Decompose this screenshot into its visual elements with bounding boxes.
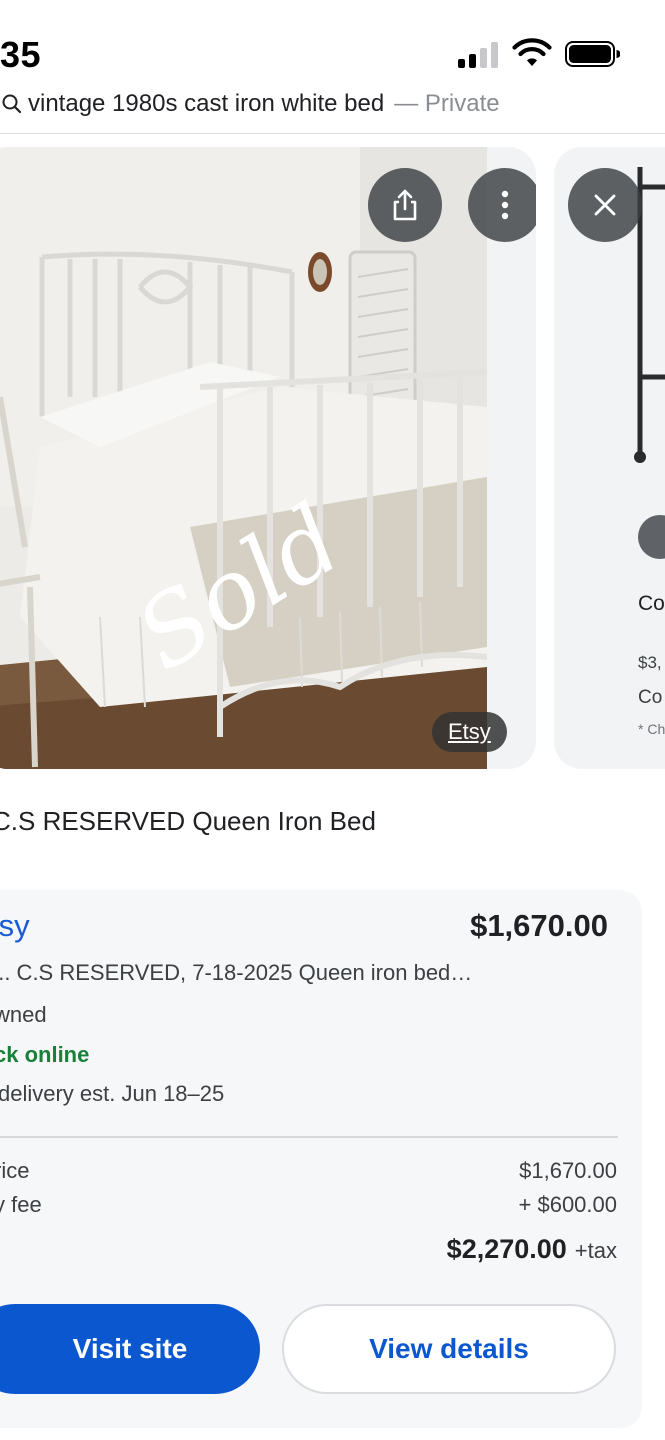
status-time: 35 xyxy=(0,34,42,75)
delivery-fee-label: y fee xyxy=(0,1192,42,1217)
offer-condition: wned xyxy=(0,1002,47,1027)
product-title: C.S RESERVED Queen Iron Bed xyxy=(0,806,376,836)
total-tax-suffix: +tax xyxy=(574,1238,617,1263)
share-icon xyxy=(393,189,417,221)
offer-divider xyxy=(0,1136,618,1138)
search-query[interactable]: vintage 1980s cast iron white bed xyxy=(28,90,384,118)
search-bar[interactable]: vintage 1980s cast iron white bed — Priv… xyxy=(0,88,500,120)
private-mode-label: — Private xyxy=(394,90,500,117)
next-result-condition: Co xyxy=(638,687,663,708)
view-details-button[interactable]: View details xyxy=(282,1304,616,1394)
close-button[interactable] xyxy=(568,168,642,242)
delivery-estimate: delivery est. Jun 18–25 xyxy=(0,1081,225,1106)
wifi-icon xyxy=(512,38,552,66)
stock-status: ck online xyxy=(0,1042,90,1067)
search-icon xyxy=(2,94,22,114)
visit-site-button[interactable]: Visit site xyxy=(0,1304,260,1394)
item-price-value: $1,670.00 xyxy=(519,1158,617,1183)
offer-description: !... C.S RESERVED, 7-18-2025 Queen iron … xyxy=(0,960,473,985)
next-result-title: Co Jas xyxy=(638,592,665,615)
battery-icon xyxy=(565,41,620,67)
offer-price: $1,670.00 xyxy=(470,908,608,943)
more-vert-icon xyxy=(501,190,509,220)
more-options-button[interactable] xyxy=(468,168,536,242)
next-result-price: $3, xyxy=(638,653,662,672)
product-image-card[interactable]: Sold Etsy xyxy=(0,147,536,769)
header-divider xyxy=(0,133,665,134)
item-price-label: rice xyxy=(0,1158,30,1183)
total-value: $2,270.00 xyxy=(446,1234,567,1264)
total-row: $2,270.00 +tax xyxy=(447,1234,617,1265)
next-result-note: * Ch may xyxy=(638,721,665,737)
close-icon xyxy=(594,194,616,216)
cellular-signal-icon xyxy=(458,42,500,68)
delivery-fee-value: + $600.00 xyxy=(518,1192,617,1217)
image-source-badge[interactable]: Etsy xyxy=(432,712,507,752)
merchant-link[interactable]: tsy xyxy=(0,908,30,944)
share-button[interactable] xyxy=(368,168,442,242)
